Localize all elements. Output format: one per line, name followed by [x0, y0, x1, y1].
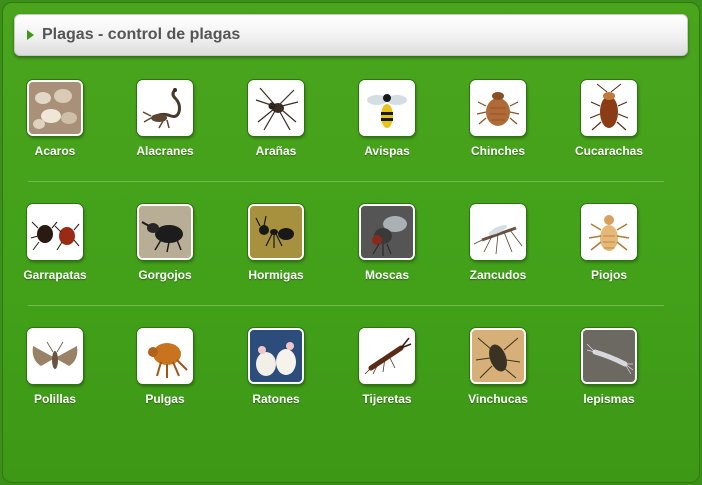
bedbug-icon	[476, 92, 520, 126]
pest-label: Polillas	[33, 392, 77, 406]
cockroach-icon	[589, 83, 629, 131]
pest-thumbnail[interactable]	[248, 328, 304, 384]
pest-item-vinchucas[interactable]: Vinchucas	[448, 328, 548, 406]
row-divider	[28, 181, 664, 182]
pest-label: Pulgas	[145, 392, 185, 406]
pest-thumbnail[interactable]	[248, 204, 304, 260]
pest-thumbnail[interactable]	[581, 328, 637, 384]
pest-label: Chinches	[470, 144, 525, 158]
pest-thumbnail[interactable]	[27, 80, 83, 136]
ant-icon	[250, 206, 302, 258]
pest-item-aranas[interactable]: Arañas	[226, 80, 326, 158]
pest-thumbnail[interactable]	[470, 80, 526, 136]
pest-label: Moscas	[364, 268, 410, 282]
spider-icon	[255, 87, 299, 131]
mosquito-icon	[473, 224, 523, 255]
pest-item-cucarachas[interactable]: Cucarachas	[559, 80, 659, 158]
pest-thumbnail[interactable]	[137, 80, 193, 136]
triangle-right-icon	[27, 30, 34, 40]
pest-thumbnail[interactable]	[470, 204, 526, 260]
louse-icon	[588, 215, 630, 251]
mouse-icon	[250, 330, 302, 382]
pest-label: Avispas	[364, 144, 410, 158]
pest-label: lepismas	[583, 392, 635, 406]
pest-thumbnail[interactable]	[248, 80, 304, 136]
pest-item-ratones[interactable]: Ratones	[226, 328, 326, 406]
pest-item-hormigas[interactable]: Hormigas	[226, 204, 326, 282]
page-title: Plagas - control de plagas	[42, 26, 241, 43]
pest-thumbnail[interactable]	[359, 80, 415, 136]
earwig-icon	[364, 337, 412, 375]
pest-label: Alacranes	[136, 144, 194, 158]
pest-item-alacranes[interactable]: Alacranes	[115, 80, 215, 158]
pest-thumbnail[interactable]	[581, 80, 637, 136]
pest-label: Acaros	[34, 144, 76, 158]
scorpion-icon	[142, 88, 181, 129]
pest-label: Arañas	[255, 144, 297, 158]
pest-thumbnail[interactable]	[359, 328, 415, 384]
pest-label: Cucarachas	[574, 144, 644, 158]
pest-item-piojos[interactable]: Piojos	[559, 204, 659, 282]
flea-icon	[148, 343, 188, 378]
wasp-icon	[367, 94, 407, 128]
pest-item-moscas[interactable]: Moscas	[337, 204, 437, 282]
pest-thumbnail[interactable]	[27, 204, 83, 260]
pest-label: Vinchucas	[468, 392, 528, 406]
pest-label: Tijeretas	[362, 392, 412, 406]
pest-item-gorgojos[interactable]: Gorgojos	[115, 204, 215, 282]
pest-label: Zancudos	[469, 268, 527, 282]
pest-item-pulgas[interactable]: Pulgas	[115, 328, 215, 406]
pest-item-garrapatas[interactable]: Garrapatas	[5, 204, 105, 282]
pest-label: Garrapatas	[23, 268, 87, 282]
silverfish-icon	[583, 330, 635, 382]
pest-label: Ratones	[252, 392, 300, 406]
mite-cluster-icon	[29, 82, 81, 134]
pest-label: Piojos	[590, 268, 627, 282]
row-divider	[28, 305, 664, 306]
tick-icon	[30, 221, 80, 251]
pest-thumbnail[interactable]	[27, 328, 83, 384]
kissing-bug-icon	[472, 330, 524, 382]
pest-item-lepismas[interactable]: lepismas	[559, 328, 659, 406]
pest-item-tijeretas[interactable]: Tijeretas	[337, 328, 437, 406]
weevil-icon	[139, 206, 191, 258]
pest-thumbnail[interactable]	[137, 204, 193, 260]
fly-icon	[361, 206, 413, 258]
section-header[interactable]: Plagas - control de plagas	[14, 14, 688, 56]
pest-item-acaros[interactable]: Acaros	[5, 80, 105, 158]
pest-thumbnail[interactable]	[137, 328, 193, 384]
pest-label: Hormigas	[248, 268, 304, 282]
moth-icon	[32, 341, 78, 369]
pest-thumbnail[interactable]	[581, 204, 637, 260]
pest-item-avispas[interactable]: Avispas	[337, 80, 437, 158]
pest-thumbnail[interactable]	[470, 328, 526, 384]
pest-item-zancudos[interactable]: Zancudos	[448, 204, 548, 282]
pest-item-chinches[interactable]: Chinches	[448, 80, 548, 158]
pest-item-polillas[interactable]: Polillas	[5, 328, 105, 406]
pest-label: Gorgojos	[138, 268, 192, 282]
pest-thumbnail[interactable]	[359, 204, 415, 260]
